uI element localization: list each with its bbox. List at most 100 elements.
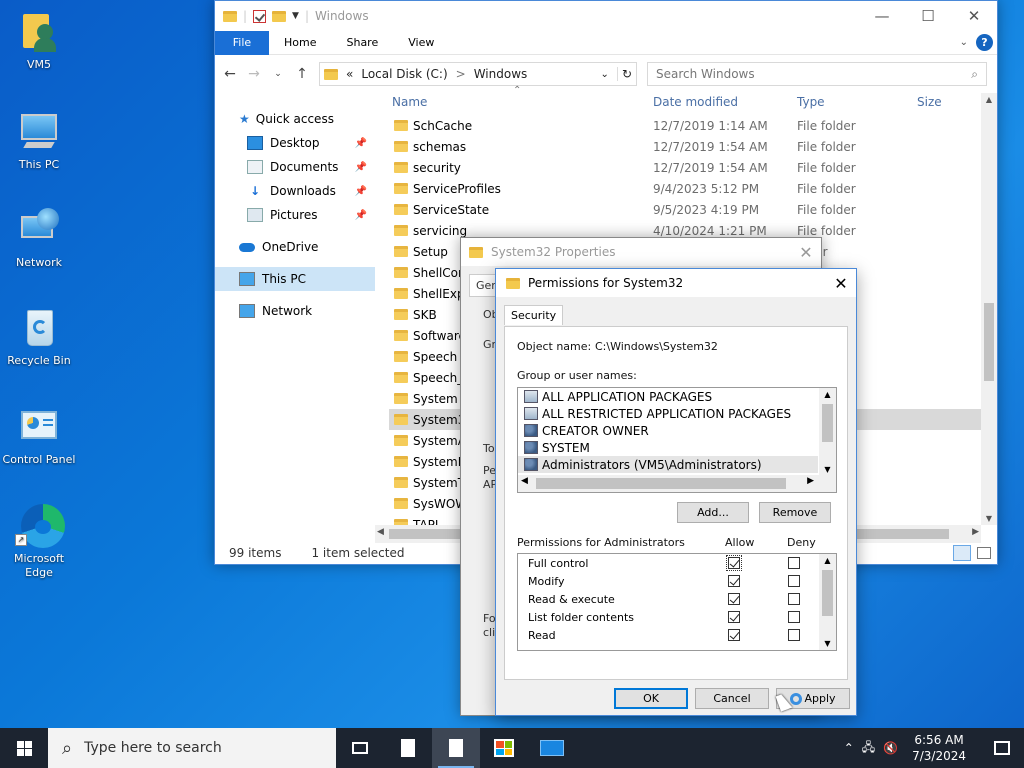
clock-time: 6:56 AM bbox=[914, 733, 964, 747]
deny-checkbox[interactable] bbox=[788, 593, 800, 605]
user-list[interactable]: ALL APPLICATION PACKAGES ALL RESTRICTED A… bbox=[517, 387, 837, 493]
address-bar[interactable]: « Local Disk (C:) > Windows ⌄ ↻ bbox=[319, 62, 637, 86]
taskbar-search[interactable]: ⌕ Type here to search bbox=[48, 728, 336, 768]
file-row[interactable]: ServiceState 9/5/2023 4:19 PM File folder bbox=[389, 199, 981, 220]
minimize-button[interactable]: — bbox=[859, 1, 905, 31]
user-row[interactable]: SYSTEM bbox=[518, 439, 818, 456]
column-type[interactable]: Type bbox=[797, 95, 825, 109]
nav-network[interactable]: Network bbox=[215, 299, 375, 323]
notification-center-button[interactable] bbox=[980, 728, 1024, 768]
clock[interactable]: 6:56 AM 7/3/2024 bbox=[906, 732, 972, 764]
search-input[interactable]: Search Windows ⌕ bbox=[647, 62, 987, 86]
deny-checkbox[interactable] bbox=[788, 629, 800, 641]
close-button[interactable]: ✕ bbox=[826, 274, 856, 293]
expand-ribbon-icon[interactable]: ⌄ bbox=[960, 37, 968, 48]
pin-icon[interactable]: 📌 bbox=[355, 138, 367, 149]
folder-icon bbox=[394, 309, 408, 320]
user-row[interactable]: Administrators (VM5\Administrators) bbox=[518, 456, 818, 473]
deny-checkbox[interactable] bbox=[788, 611, 800, 623]
properties-icon[interactable] bbox=[253, 9, 267, 23]
desktop-icon-network[interactable]: Network bbox=[0, 208, 78, 270]
close-button[interactable]: ✕ bbox=[791, 243, 821, 262]
column-date-modified[interactable]: Date modified bbox=[653, 95, 738, 109]
user-row[interactable]: ALL APPLICATION PACKAGES bbox=[518, 388, 818, 405]
recent-locations-button[interactable]: ⌄ bbox=[271, 69, 285, 79]
folder-icon bbox=[394, 372, 408, 383]
volume-muted-icon[interactable]: 🔇 bbox=[883, 741, 898, 755]
nav-documents[interactable]: Documents 📌 bbox=[215, 155, 375, 179]
user-row[interactable]: ALL RESTRICTED APPLICATION PACKAGES bbox=[518, 405, 818, 422]
forward-button[interactable]: → bbox=[247, 66, 261, 82]
remove-button[interactable]: Remove bbox=[759, 502, 831, 523]
allow-checkbox[interactable] bbox=[728, 611, 740, 623]
tab-view[interactable]: View bbox=[393, 31, 449, 55]
taskbar-notepad-active[interactable] bbox=[432, 728, 480, 768]
tab-share[interactable]: Share bbox=[331, 31, 393, 55]
large-icons-view-icon[interactable] bbox=[977, 547, 991, 559]
task-view-button[interactable] bbox=[336, 728, 384, 768]
nav-downloads[interactable]: ↓ Downloads 📌 bbox=[215, 179, 375, 203]
address-dropdown-icon[interactable]: ⌄ bbox=[601, 69, 609, 80]
maximize-button[interactable]: ☐ bbox=[905, 1, 951, 31]
column-name[interactable]: Name bbox=[392, 95, 427, 109]
breadcrumb-windows[interactable]: Windows bbox=[474, 67, 528, 81]
refresh-icon[interactable]: ↻ bbox=[616, 67, 632, 81]
ok-button[interactable]: OK bbox=[614, 688, 688, 709]
allow-checkbox[interactable] bbox=[726, 555, 742, 571]
file-row[interactable]: schemas 12/7/2019 1:54 AM File folder bbox=[389, 136, 981, 157]
vertical-scrollbar[interactable]: ▲ ▼ bbox=[981, 93, 997, 525]
file-name: security bbox=[413, 160, 461, 175]
nav-onedrive[interactable]: OneDrive bbox=[215, 235, 375, 259]
scrollbar-thumb[interactable] bbox=[984, 303, 994, 381]
chevron-down-icon[interactable]: ▼ bbox=[292, 11, 299, 21]
tab-security[interactable]: Security bbox=[504, 305, 564, 325]
pin-icon[interactable]: 📌 bbox=[355, 162, 367, 173]
taskbar-mail[interactable] bbox=[528, 728, 576, 768]
up-button[interactable]: ↑ bbox=[295, 66, 309, 82]
close-button[interactable]: ✕ bbox=[951, 1, 997, 31]
scrollbar-thumb[interactable] bbox=[536, 478, 786, 489]
nav-pictures[interactable]: Pictures 📌 bbox=[215, 203, 375, 227]
file-row[interactable]: ServiceProfiles 9/4/2023 5:12 PM File fold… bbox=[389, 178, 981, 199]
show-hidden-icons-icon[interactable]: ⌃ bbox=[844, 741, 854, 755]
pin-icon[interactable]: 📌 bbox=[355, 210, 367, 221]
folder-icon bbox=[394, 456, 408, 467]
permissions-vscrollbar[interactable]: ▲ ▼ bbox=[819, 554, 836, 650]
desktop-icon-control-panel[interactable]: Control Panel bbox=[0, 405, 78, 467]
breadcrumb-local-disk[interactable]: Local Disk (C:) bbox=[361, 67, 447, 81]
add-button[interactable]: Add... bbox=[677, 502, 749, 523]
deny-checkbox[interactable] bbox=[788, 557, 800, 569]
back-button[interactable]: ← bbox=[223, 66, 237, 82]
details-view-icon[interactable] bbox=[953, 545, 971, 561]
taskbar-store[interactable] bbox=[480, 728, 528, 768]
scrollbar-thumb[interactable] bbox=[822, 570, 833, 616]
new-folder-icon[interactable] bbox=[272, 10, 287, 22]
desktop-icon-vm5[interactable]: VM5 bbox=[0, 10, 78, 72]
tab-home[interactable]: Home bbox=[269, 31, 331, 55]
column-size[interactable]: Size bbox=[917, 95, 942, 109]
desktop-icon-this-pc[interactable]: This PC bbox=[0, 110, 78, 172]
desktop-icon-recycle-bin[interactable]: Recycle Bin bbox=[0, 306, 78, 368]
desktop-icon-edge[interactable]: ↗ Microsoft Edge bbox=[0, 504, 78, 580]
allow-checkbox[interactable] bbox=[728, 629, 740, 641]
address-overflow[interactable]: « bbox=[346, 67, 353, 81]
taskbar-notepad[interactable] bbox=[384, 728, 432, 768]
user-row[interactable]: CREATOR OWNER bbox=[518, 422, 818, 439]
allow-checkbox[interactable] bbox=[728, 575, 740, 587]
network-status-icon[interactable]: 🖧 bbox=[862, 738, 875, 759]
file-row[interactable]: security 12/7/2019 1:54 AM File folder bbox=[389, 157, 981, 178]
start-button[interactable] bbox=[0, 728, 48, 768]
help-icon[interactable]: ? bbox=[976, 34, 993, 51]
deny-checkbox[interactable] bbox=[788, 575, 800, 587]
nav-quick-access[interactable]: ★ Quick access bbox=[215, 107, 375, 131]
tab-file[interactable]: File bbox=[215, 30, 269, 55]
user-list-vscrollbar[interactable]: ▲ ▼ bbox=[819, 388, 836, 476]
file-row[interactable]: SchCache 12/7/2019 1:14 AM File folder bbox=[389, 115, 981, 136]
allow-checkbox[interactable] bbox=[728, 593, 740, 605]
nav-desktop[interactable]: Desktop 📌 bbox=[215, 131, 375, 155]
user-list-hscrollbar[interactable]: ◀ ▶ bbox=[518, 475, 836, 492]
nav-this-pc[interactable]: This PC bbox=[215, 267, 375, 291]
pin-icon[interactable]: 📌 bbox=[355, 186, 367, 197]
scrollbar-thumb[interactable] bbox=[822, 404, 833, 442]
cancel-button[interactable]: Cancel bbox=[695, 688, 769, 709]
